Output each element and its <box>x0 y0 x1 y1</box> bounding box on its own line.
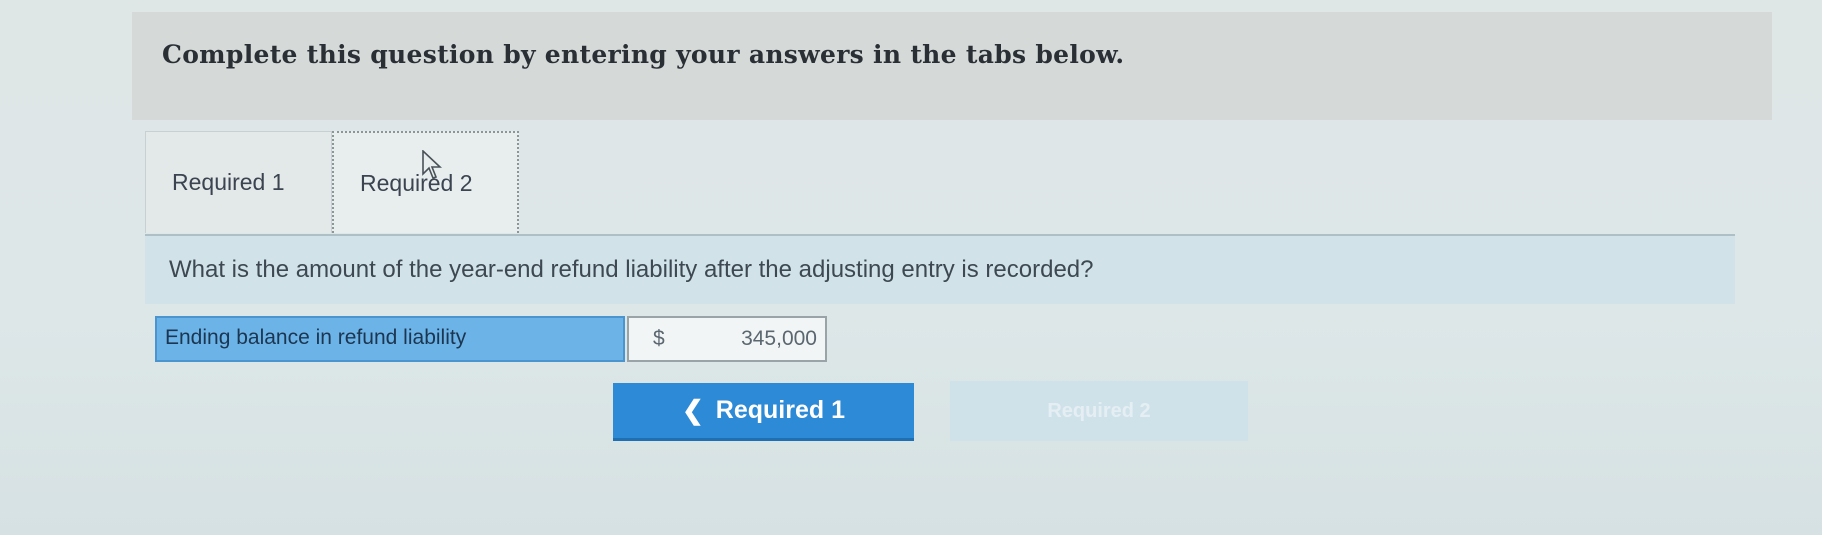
instruction-banner: Complete this question by entering your … <box>132 12 1772 120</box>
tab-label: Required 1 <box>172 169 285 195</box>
next-button-label: Required 2 <box>1047 399 1151 422</box>
tab-bar: Required 1 Required 2 <box>145 131 519 233</box>
instruction-text: Complete this question by entering your … <box>162 40 1125 69</box>
currency-symbol: $ <box>653 327 665 350</box>
prev-required-1-button[interactable]: ❮ Required 1 <box>613 383 914 441</box>
prev-button-label: Required 1 <box>715 396 845 424</box>
mouse-pointer-icon <box>422 150 442 179</box>
next-required-2-button: Required 2 <box>950 381 1248 441</box>
ending-balance-input[interactable] <box>664 326 819 352</box>
question-bar: What is the amount of the year-end refun… <box>145 234 1735 304</box>
chevron-left-icon: ❮ <box>682 395 704 425</box>
answer-label: Ending balance in refund liability <box>155 316 625 362</box>
tab-required-1[interactable]: Required 1 <box>145 131 332 233</box>
tab-required-2[interactable]: Required 2 <box>332 131 519 233</box>
answer-field[interactable]: $ <box>627 316 827 362</box>
question-text: What is the amount of the year-end refun… <box>169 256 1094 283</box>
page: Complete this question by entering your … <box>0 0 1822 535</box>
answer-row: Ending balance in refund liability $ <box>155 316 827 362</box>
tab-label: Required 2 <box>360 169 473 196</box>
